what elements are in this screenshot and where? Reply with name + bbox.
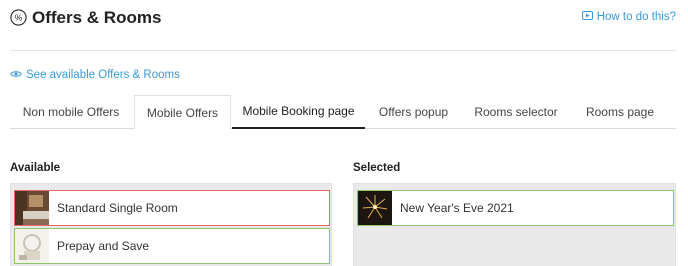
tab-rooms-page[interactable]: Rooms page xyxy=(570,95,670,129)
available-list: Standard Single Room Prepay and Save xyxy=(10,183,332,266)
selected-list: New Year's Eve 2021 xyxy=(353,183,676,266)
page-header: % Offers & Rooms How to do this? xyxy=(10,8,678,34)
tab-label: Rooms selector xyxy=(474,105,558,119)
svg-text:%: % xyxy=(15,13,23,23)
offer-thumbnail xyxy=(15,229,49,263)
fireworks-thumbnail xyxy=(358,191,392,225)
item-name: Standard Single Room xyxy=(57,201,178,215)
tab-label: Mobile Booking page xyxy=(242,104,355,118)
room-thumbnail xyxy=(15,191,49,225)
list-item-standard-single-room[interactable]: Standard Single Room xyxy=(14,190,330,226)
how-to-link-label: How to do this? xyxy=(596,11,676,23)
item-name: New Year's Eve 2021 xyxy=(400,201,514,215)
tab-bar: Non mobile Offers Mobile Offers Mobile B… xyxy=(10,95,676,129)
available-heading: Available xyxy=(10,162,61,174)
tab-non-mobile-offers[interactable]: Non mobile Offers xyxy=(10,95,132,129)
tab-label: Mobile Offers xyxy=(146,105,219,120)
tab-mobile-offers[interactable]: Mobile Offers xyxy=(134,95,231,129)
header-divider xyxy=(10,50,676,51)
item-name: Prepay and Save xyxy=(57,239,150,253)
eye-icon xyxy=(10,69,22,81)
tab-label: Offers popup xyxy=(378,105,449,119)
page-title: Offers & Rooms xyxy=(32,8,162,27)
selected-heading: Selected xyxy=(353,162,401,174)
tab-offers-popup[interactable]: Offers popup xyxy=(365,95,462,129)
tab-label: Rooms page xyxy=(585,105,655,119)
how-to-link[interactable]: How to do this? xyxy=(581,11,676,23)
list-item-new-years-eve-2021[interactable]: New Year's Eve 2021 xyxy=(357,190,674,226)
list-item-prepay-and-save[interactable]: Prepay and Save xyxy=(14,228,330,264)
tab-label: Non mobile Offers xyxy=(22,105,120,119)
tab-mobile-booking-page[interactable]: Mobile Booking page xyxy=(232,95,365,129)
tab-rooms-selector[interactable]: Rooms selector xyxy=(462,95,570,129)
see-available-label: See available Offers & Rooms xyxy=(26,69,180,81)
see-available-link[interactable]: See available Offers & Rooms xyxy=(10,69,180,81)
percent-circle-icon: % xyxy=(10,9,27,26)
video-icon xyxy=(581,11,593,23)
